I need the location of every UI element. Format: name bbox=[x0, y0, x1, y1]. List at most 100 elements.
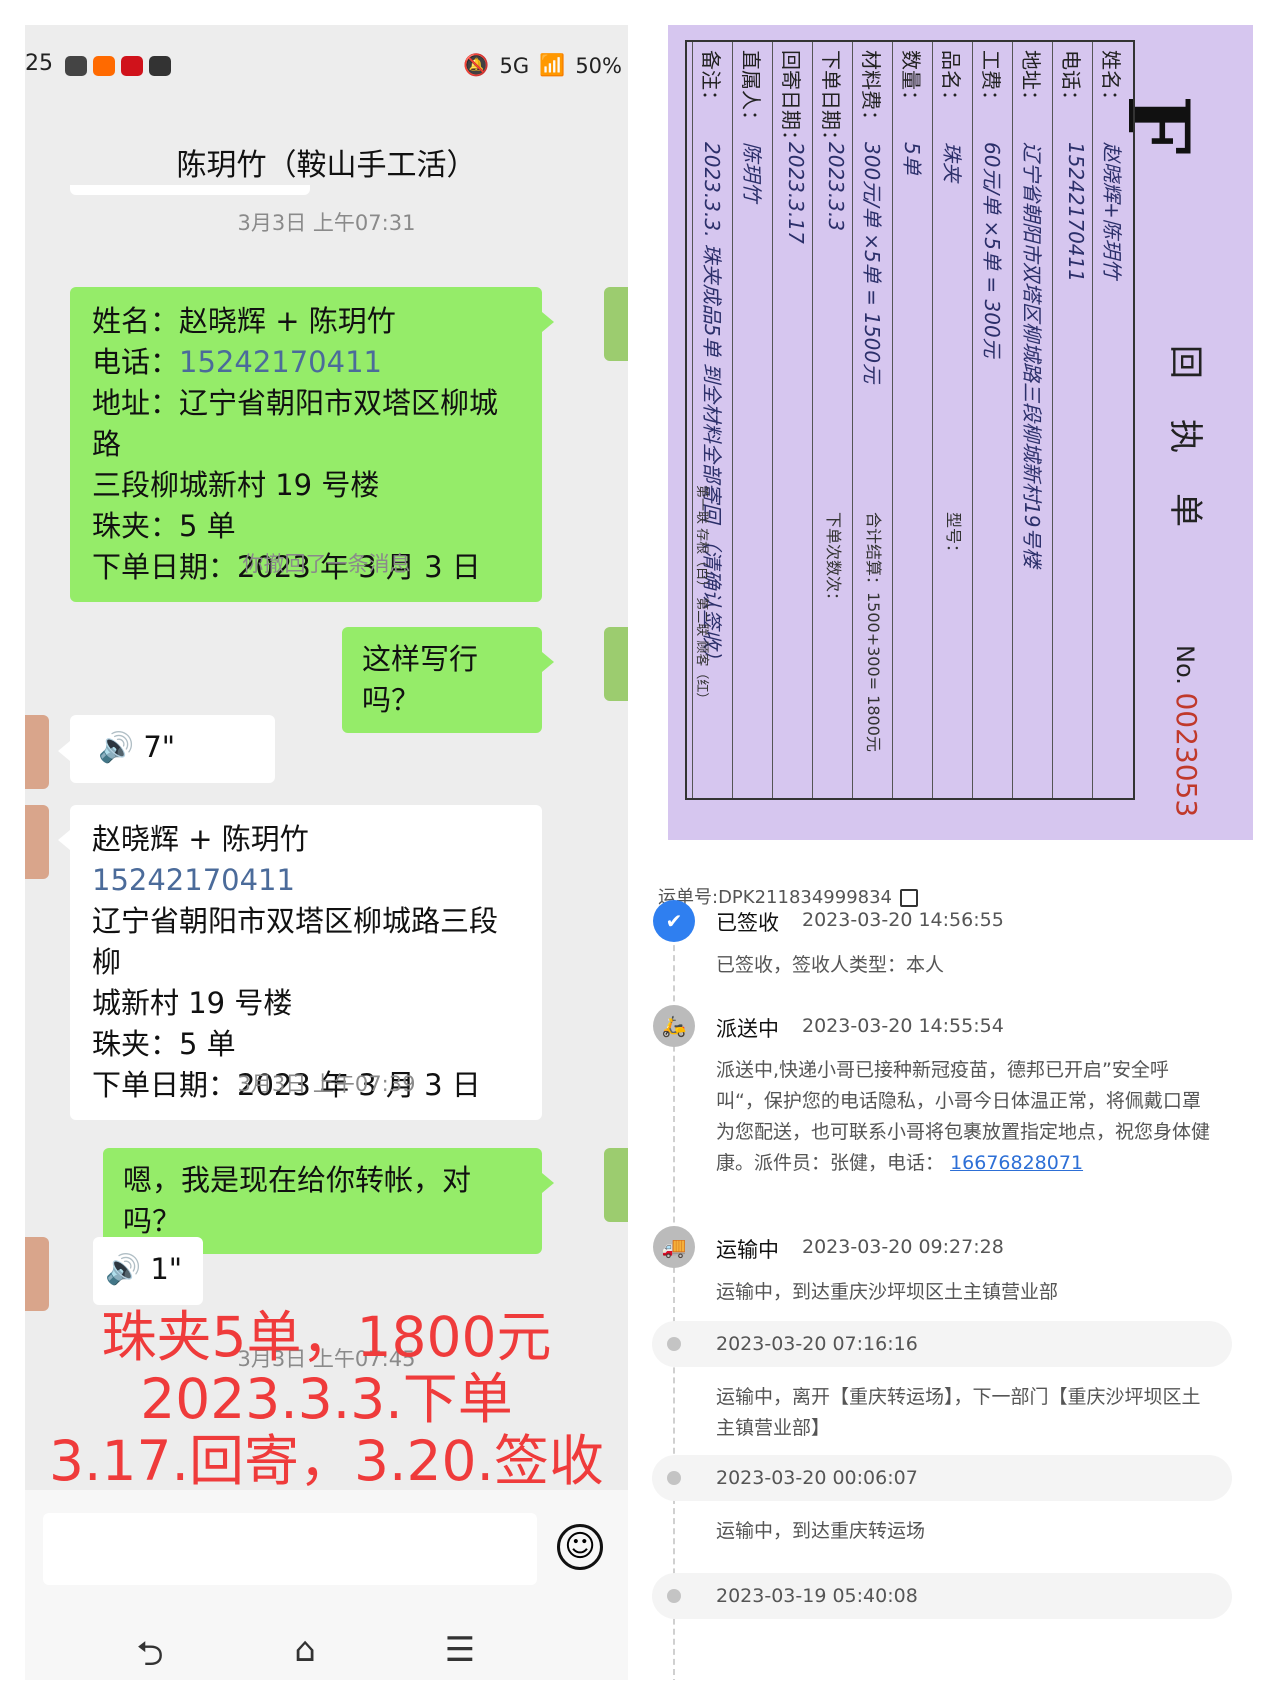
receipt-field-label: 材料费： bbox=[859, 50, 883, 130]
contact-avatar[interactable] bbox=[25, 1237, 49, 1311]
delivery-tracking: 运单号:DPK211834999834 ✔ 已签收 2023-03-20 14:… bbox=[640, 855, 1280, 1680]
status-time: 25 bbox=[25, 51, 53, 76]
pinduoduo-icon bbox=[121, 56, 143, 76]
my-avatar[interactable] bbox=[604, 627, 628, 701]
contact-avatar[interactable] bbox=[25, 715, 49, 789]
receipt-field-extra: 合计结算：1500+300= 1800元 bbox=[864, 512, 883, 752]
timeline-dot bbox=[667, 1589, 681, 1603]
bubble-tail bbox=[542, 312, 554, 332]
voice-duration: 7" bbox=[143, 730, 176, 764]
event-desc: 运输中，到达重庆沙坪坝区土主镇营业部 bbox=[716, 1281, 1059, 1303]
emoji-icon[interactable]: ☺ bbox=[557, 1524, 603, 1570]
receipt-footer: 第一联 存根（白） 第二联 顾客（红） bbox=[694, 485, 709, 706]
phone-link[interactable]: 15242170411 bbox=[92, 860, 520, 901]
my-avatar[interactable] bbox=[604, 1148, 628, 1222]
my-avatar[interactable] bbox=[604, 287, 628, 361]
event-time: 2023-03-20 07:16:16 bbox=[716, 1333, 918, 1355]
nav-back-button[interactable]: ⮌ bbox=[120, 1630, 180, 1680]
msg-line-item: 珠夹：5 单 bbox=[92, 1027, 236, 1061]
msg-line-item: 珠夹：5 单 bbox=[92, 509, 236, 543]
message-icon bbox=[149, 56, 171, 76]
event-status: 运输中 bbox=[716, 1238, 779, 1262]
receipt-field-value: 2023.3.17 bbox=[784, 142, 808, 244]
event-desc: 派送中,快递小哥已接种新冠疫苗，德邦已开启”安全呼叫“，保护您的电话隐私，小哥今… bbox=[716, 1059, 1211, 1174]
event-status: 已签收 bbox=[716, 911, 779, 935]
voice-icon: 🔊 bbox=[98, 730, 135, 764]
nav-home-button[interactable]: ⌂ bbox=[275, 1630, 335, 1670]
event-desc: 已签收，签收人类型：本人 bbox=[716, 954, 945, 976]
mute-icon: 🔕 bbox=[463, 53, 490, 77]
chat-screenshot: 25 🔕 5G 📶 50% 陈玥竹（鞍山手工活） 3月3日 上午07:31 姓名… bbox=[25, 25, 628, 1680]
sent-message[interactable]: 这样写行吗？ bbox=[342, 627, 542, 733]
msg-line-name: 姓名：赵晓辉 + 陈玥竹 bbox=[92, 304, 396, 338]
receipt-field-label: 数量： bbox=[899, 50, 923, 110]
receipt-field-label: 回寄日期： bbox=[779, 50, 803, 150]
receipt-photo: F 回执单 No. 0023053 姓名： 赵晓辉+陈玥竹 电话： 152421704… bbox=[668, 25, 1253, 840]
msg-line-address: 辽宁省朝阳市双塔区柳城路三段柳 bbox=[92, 904, 499, 979]
voice-duration: 1" bbox=[150, 1252, 183, 1286]
event-status: 派送中 bbox=[716, 1017, 779, 1041]
red-annotation-overlay: 珠夹5单，1800元 2023.3.3.下单 3.17.回寄，3.20.签收 bbox=[25, 1306, 628, 1492]
battery-level: 50% bbox=[575, 53, 622, 78]
bubble-tail bbox=[58, 830, 70, 850]
bubble-tail bbox=[542, 1173, 554, 1193]
nav-menu-button[interactable]: ☰ bbox=[430, 1630, 490, 1670]
courier-phone-link[interactable]: 16676828071 bbox=[950, 1152, 1083, 1174]
msg-line-address-cont: 城新村 19 号楼 bbox=[92, 986, 293, 1020]
receipt-field-label: 姓名： bbox=[1099, 50, 1123, 110]
event-time: 2023-03-20 09:27:28 bbox=[802, 1236, 1004, 1258]
receipt-number-value: 0023053 bbox=[1170, 692, 1203, 818]
receipt-row: 回寄日期： 2023.3.17 bbox=[772, 42, 813, 798]
voice-message[interactable]: 🔊 7" bbox=[70, 715, 275, 783]
receipt-field-label: 直属人： bbox=[739, 50, 763, 130]
truck-icon: 🚚 bbox=[653, 1226, 695, 1268]
recalled-notice: 你撤回了一条消息 bbox=[242, 552, 411, 576]
receipt-field-label: 电话： bbox=[1059, 50, 1083, 110]
event-time: 2023-03-20 00:06:07 bbox=[716, 1467, 918, 1489]
overlay-line-1: 珠夹5单，1800元 bbox=[101, 1305, 552, 1369]
receipt-row: 地址： 辽宁省朝阳市双塔区柳城路三段柳城新村19号楼 bbox=[1012, 42, 1053, 798]
msg-line-address: 地址：辽宁省朝阳市双塔区柳城路 bbox=[92, 386, 499, 461]
receipt-field-value: 5单 bbox=[900, 142, 924, 175]
event-time: 2023-03-19 05:40:08 bbox=[716, 1585, 918, 1607]
phone-link[interactable]: 15242170411 bbox=[179, 345, 382, 379]
receipt-field-value: 辽宁省朝阳市双塔区柳城路三段柳城新村19号楼 bbox=[1020, 142, 1044, 568]
receipt-row: 材料费： 300元/单 ×5单 = 1500元 合计结算：1500+300= 180… bbox=[852, 42, 893, 798]
receipt-field-label: 下单日期： bbox=[819, 50, 843, 150]
receipt-field-value: 300元/单 ×5单 = 1500元 bbox=[860, 142, 884, 384]
receipt-field-label: 工费： bbox=[979, 50, 1003, 110]
chat-input-bar: ☺ ⮌ ⌂ ☰ bbox=[25, 1490, 628, 1680]
receipt-field-value: 珠夹 bbox=[940, 142, 964, 182]
receipt-row: 下单日期： 2023.3.3 下单次数次： bbox=[812, 42, 853, 798]
msg-line-phone: 电话：15242170411 bbox=[92, 345, 382, 379]
chat-title: 陈玥竹（鞍山手工活） bbox=[176, 148, 477, 183]
voice-message[interactable]: 🔊 1" bbox=[93, 1237, 203, 1305]
receipt-table: 姓名： 赵晓辉+陈玥竹 电话： 15242170411 地址： 辽宁省朝阳市双塔区柳城路三… bbox=[685, 40, 1135, 800]
timeline-dot bbox=[667, 1471, 681, 1485]
receipt-row: 工费： 60元/单 ×5单 = 300元 bbox=[972, 42, 1013, 798]
receipt-field-extra: 下单次数次： bbox=[824, 512, 843, 609]
copy-icon[interactable] bbox=[900, 889, 919, 907]
wifi-icon: 📶 bbox=[539, 53, 566, 77]
receipt-field-value: 60元/单 ×5单 = 300元 bbox=[980, 142, 1004, 358]
signed-icon: ✔ bbox=[653, 900, 695, 942]
waybill-number: 运单号:DPK211834999834 bbox=[658, 883, 919, 909]
timeline-dot bbox=[667, 1337, 681, 1351]
overlay-line-2: 2023.3.3.下单 bbox=[140, 1367, 513, 1431]
timestamp: 3月3日 上午07:31 bbox=[237, 211, 416, 235]
timestamp: 3月3日 上午07:39 bbox=[237, 1072, 416, 1096]
wechat-icon bbox=[65, 56, 87, 76]
receipt-row: 品名： 珠夹 型号： bbox=[932, 42, 973, 798]
receipt-row: 直属人： 陈玥竹 bbox=[732, 42, 773, 798]
msg-line-name: 赵晓辉 + 陈玥竹 bbox=[92, 822, 309, 856]
status-bar: 25 🔕 5G 📶 50% bbox=[25, 25, 628, 85]
msg-line-address-cont: 三段柳城新村 19 号楼 bbox=[92, 468, 380, 502]
event-desc: 运输中，离开【重庆转运场】，下一部门【重庆沙坪坝区土主镇营业部】 bbox=[716, 1386, 1201, 1439]
delivery-scooter-icon: 🛵 bbox=[653, 1005, 695, 1047]
message-input[interactable] bbox=[43, 1513, 537, 1585]
receipt-field-label: 地址： bbox=[1019, 50, 1043, 110]
event-time: 2023-03-20 14:55:54 bbox=[802, 1015, 1004, 1037]
contact-avatar[interactable] bbox=[25, 805, 49, 879]
bubble-tail bbox=[58, 741, 70, 761]
previous-bubble-edge bbox=[70, 185, 310, 195]
